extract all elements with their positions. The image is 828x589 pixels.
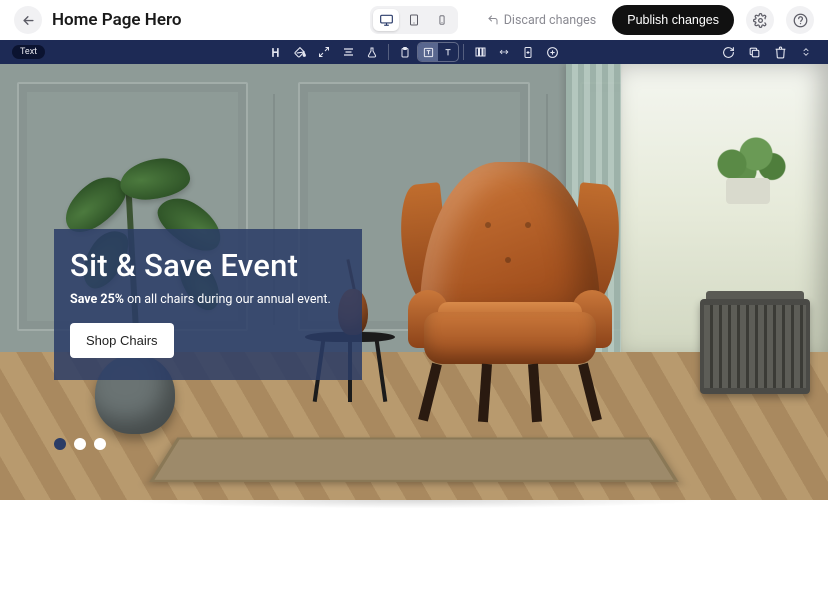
gear-icon <box>753 13 768 28</box>
mobile-icon <box>437 13 447 27</box>
toolbar-center-tools <box>264 42 564 62</box>
slide-dot-3[interactable] <box>94 438 106 450</box>
settings-button[interactable] <box>746 6 774 34</box>
heading-tool[interactable] <box>264 42 288 62</box>
text-object-b-button[interactable] <box>438 43 458 61</box>
discard-changes-button[interactable]: Discard changes <box>477 7 607 34</box>
heading-icon <box>270 46 283 59</box>
test-tool[interactable] <box>360 42 384 62</box>
reorder-tool[interactable] <box>794 42 818 62</box>
slide-dot-1[interactable] <box>54 438 66 450</box>
expand-icon <box>318 46 330 58</box>
tablet-icon <box>408 13 420 27</box>
resize-tool[interactable] <box>312 42 336 62</box>
clipboard-icon <box>399 46 411 59</box>
device-mobile-button[interactable] <box>429 9 455 31</box>
delete-tool[interactable] <box>768 42 792 62</box>
paste-style-tool[interactable] <box>393 42 417 62</box>
phone-plus-icon <box>522 46 534 59</box>
duplicate-tool[interactable] <box>742 42 766 62</box>
editor-header: Home Page Hero Discard changes Publish c… <box>0 0 828 40</box>
help-button[interactable] <box>786 6 814 34</box>
hero-cta-button[interactable]: Shop Chairs <box>70 323 174 358</box>
desktop-icon <box>379 13 394 27</box>
sort-icon <box>801 45 811 59</box>
back-button[interactable] <box>14 6 42 34</box>
device-preview-toggle <box>370 6 458 34</box>
text-object-a-button[interactable] <box>418 43 438 61</box>
device-desktop-button[interactable] <box>373 9 399 31</box>
add-tool[interactable] <box>540 42 564 62</box>
element-toolbar: Text <box>0 40 828 64</box>
fill-tool[interactable] <box>288 42 312 62</box>
toolbar-separator <box>463 44 464 60</box>
width-icon <box>497 47 511 57</box>
hero-overlay-card[interactable]: Sit & Save Event Save 25% on all chairs … <box>54 229 362 380</box>
width-tool[interactable] <box>492 42 516 62</box>
undo-icon <box>487 14 499 26</box>
hero-subline-bold: Save 25% <box>70 292 124 307</box>
arrow-left-icon <box>21 13 36 28</box>
hero-headline[interactable]: Sit & Save Event <box>70 247 346 284</box>
columns-icon <box>474 46 487 58</box>
slide-indicator <box>54 438 106 450</box>
hero-chair-illustration <box>390 162 630 422</box>
publish-button[interactable]: Publish changes <box>612 5 734 35</box>
columns-tool[interactable] <box>468 42 492 62</box>
paint-bucket-icon <box>294 46 307 59</box>
page-title: Home Page Hero <box>52 10 181 30</box>
text-box-icon <box>423 47 434 58</box>
canvas-shadow <box>0 500 828 524</box>
align-icon <box>342 46 355 58</box>
hero-subline[interactable]: Save 25% on all chairs during our annual… <box>70 292 346 307</box>
toolbar-separator <box>388 44 389 60</box>
refresh-tool[interactable] <box>716 42 740 62</box>
text-icon <box>443 47 453 58</box>
mobile-settings-tool[interactable] <box>516 42 540 62</box>
trash-icon <box>774 46 787 59</box>
text-object-toggle <box>417 42 459 62</box>
discard-changes-label: Discard changes <box>504 13 597 28</box>
refresh-icon <box>722 46 735 59</box>
align-tool[interactable] <box>336 42 360 62</box>
hero-subline-rest: on all chairs during our annual event. <box>124 292 331 307</box>
slide-dot-2[interactable] <box>74 438 86 450</box>
hero-canvas[interactable]: Sit & Save Event Save 25% on all chairs … <box>0 64 828 500</box>
flask-icon <box>366 46 378 59</box>
device-tablet-button[interactable] <box>401 9 427 31</box>
plus-circle-icon <box>546 46 559 59</box>
help-icon <box>793 13 808 28</box>
copy-icon <box>748 46 761 59</box>
element-type-chip: Text <box>12 45 45 59</box>
toolbar-right-tools <box>716 42 818 62</box>
